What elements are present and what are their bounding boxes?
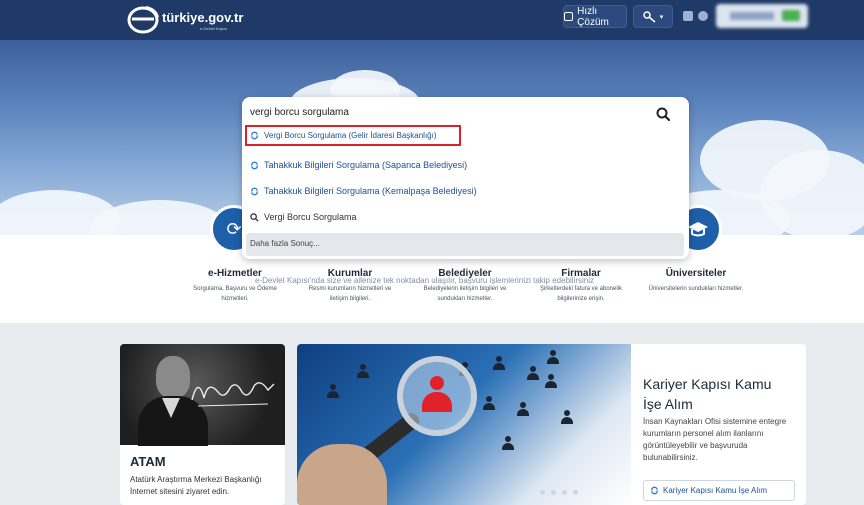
- category-desc: Şirketlerdeki fatura ve abonelik bilgile…: [539, 286, 623, 302]
- highlighted-person-icon: [422, 376, 452, 416]
- carousel-dots[interactable]: [540, 490, 578, 495]
- search-result-label: Tahakkuk Bilgileri Sorgulama (Sapanca Be…: [264, 160, 468, 170]
- signature-icon: [191, 382, 275, 407]
- turkiye-gov-logo[interactable]: türkiye.gov.tr e-Devlet Kapısı: [126, 3, 256, 37]
- search-result-label: Tahakkuk Bilgileri Sorgulama (Kemalpaşa …: [264, 186, 477, 196]
- person-icon: [547, 350, 559, 364]
- logo-text: türkiye.gov.tr: [162, 10, 244, 25]
- settings-icon[interactable]: [683, 11, 693, 21]
- refresh-icon: [251, 161, 258, 169]
- kariyer-title: Kariyer Kapısı Kamu İşe Alım: [643, 376, 772, 412]
- search-panel: vergi borcu sorgulama Vergi Borcu Sorgul…: [242, 97, 689, 259]
- quick-solution-button[interactable]: Hızlı Çözüm: [563, 5, 627, 28]
- category-desc: Belediyelerin iletişim bilgileri ve sund…: [423, 286, 507, 302]
- person-icon: [357, 364, 369, 378]
- search-result-item[interactable]: Vergi Borcu Sorgulama: [250, 212, 357, 222]
- refresh-icon: [251, 131, 258, 140]
- cap-icon: [688, 222, 708, 237]
- kariyer-link-button[interactable]: Kariyer Kapısı Kamu İşe Alım: [643, 480, 795, 501]
- kariyer-card[interactable]: Kariyer Kapısı Kamu İşe Alım İnsan Kayna…: [297, 344, 806, 505]
- carousel-dot[interactable]: [540, 490, 545, 495]
- accessibility-icon[interactable]: [698, 11, 708, 21]
- person-icon: [545, 374, 557, 388]
- atam-desc: Atatürk Araştırma Merkezi Başkanlığı İnt…: [130, 475, 262, 496]
- refresh-icon: [651, 486, 658, 495]
- search-result-label: Vergi Borcu Sorgulama: [264, 212, 357, 222]
- person-icon: [527, 366, 539, 380]
- category-desc: Sorgulama, Başvuru ve Ödeme hizmetleri.: [193, 286, 277, 302]
- person-icon: [517, 402, 529, 416]
- search-result-label: Vergi Borcu Sorgulama (Gelir İdaresi Baş…: [264, 131, 437, 140]
- info-ticker: e-Devlet Kapısı'nda size ve ailenize tek…: [255, 276, 595, 285]
- quick-solution-label: Hızlı Çözüm: [577, 5, 609, 28]
- atam-title: ATAM: [130, 454, 166, 469]
- search-result-item[interactable]: Tahakkuk Bilgileri Sorgulama (Kemalpaşa …: [250, 186, 477, 196]
- search-input[interactable]: vergi borcu sorgulama: [250, 107, 630, 118]
- category-desc: Resmi kurumların hizmetleri ve iletişim …: [308, 286, 392, 302]
- kariyer-button-label: Kariyer Kapısı Kamu İşe Alım: [663, 486, 768, 495]
- atam-card[interactable]: ATAM Atatürk Araştırma Merkezi Başkanlığ…: [120, 344, 285, 505]
- search-result-item[interactable]: Tahakkuk Bilgileri Sorgulama (Sapanca Be…: [250, 160, 467, 170]
- search-icon: [250, 212, 259, 222]
- chevron-down-icon: ▾: [659, 13, 664, 21]
- person-icon: [483, 396, 495, 410]
- user-menu-button[interactable]: [716, 4, 808, 28]
- recruitment-image: [297, 344, 631, 505]
- chat-icon: [564, 12, 574, 21]
- ataturk-photo: [120, 344, 285, 446]
- person-icon: [327, 384, 339, 398]
- carousel-dot[interactable]: [551, 490, 556, 495]
- user-name-blurred: [730, 12, 774, 20]
- person-icon: [561, 410, 573, 424]
- person-icon: [502, 436, 514, 450]
- carousel-dot[interactable]: [562, 490, 567, 495]
- kariyer-desc: İnsan Kaynakları Ofisi sistemine entegre…: [643, 417, 787, 462]
- e-logo-icon: [127, 6, 159, 34]
- user-status-badge: [782, 10, 800, 21]
- key-icon: [642, 10, 656, 23]
- category-desc: Üniversitelerin sundukları hizmetler.: [648, 286, 744, 292]
- top-header: türkiye.gov.tr e-Devlet Kapısı Hızlı Çöz…: [0, 0, 864, 40]
- more-results-button[interactable]: Daha fazla Sonuç...: [246, 233, 684, 256]
- logo-subtext: e-Devlet Kapısı: [200, 26, 228, 31]
- portrait-head: [156, 356, 190, 398]
- search-icon[interactable]: [656, 107, 670, 121]
- refresh-icon: [251, 187, 258, 195]
- search-result-item[interactable]: Vergi Borcu Sorgulama (Gelir İdaresi Baş…: [250, 131, 437, 140]
- hand-shape: [297, 444, 387, 505]
- key-menu-button[interactable]: ▾: [633, 5, 673, 28]
- carousel-dot[interactable]: [573, 490, 578, 495]
- person-icon: [493, 356, 505, 370]
